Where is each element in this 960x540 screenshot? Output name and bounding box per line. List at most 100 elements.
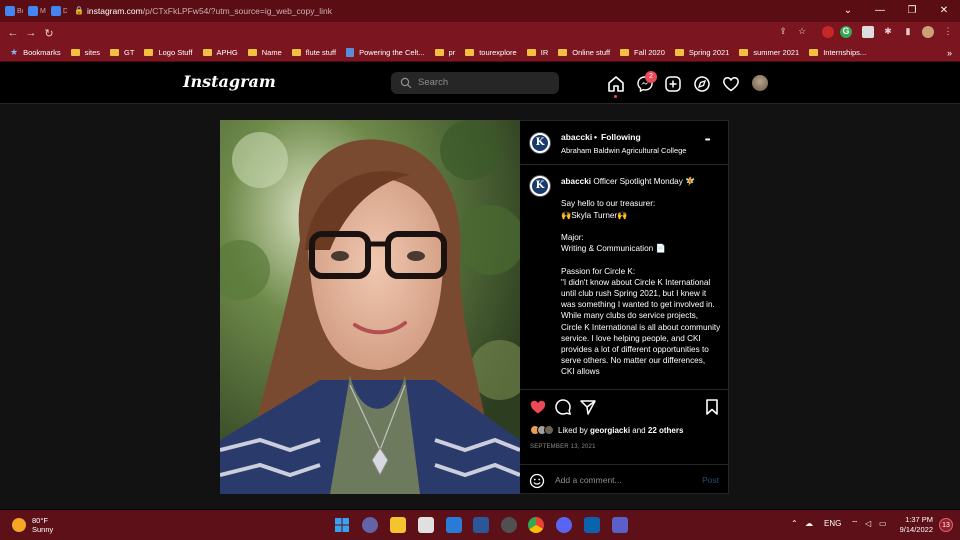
browser-tab[interactable]: Mi (25, 2, 46, 20)
following-button[interactable]: Following (601, 132, 641, 142)
post-date[interactable]: SEPTEMBER 13, 2021 (530, 444, 596, 450)
comment-input[interactable]: Add a comment... (555, 475, 622, 485)
portrait-image (220, 120, 520, 494)
windows-start-icon[interactable] (334, 517, 350, 533)
tab-search-icon[interactable]: ⌄ (832, 0, 864, 22)
bookmark-item[interactable]: Logo Stuff (144, 48, 193, 57)
side-panel-icon[interactable]: ▮ (902, 26, 914, 38)
language-indicator[interactable]: ENG (824, 519, 841, 528)
close-window-button[interactable]: ✕ (928, 0, 960, 22)
caption-username[interactable]: abaccki (561, 177, 591, 186)
app-icon[interactable] (501, 517, 517, 533)
extensions-puzzle-icon[interactable]: ✱ (882, 26, 894, 38)
bookmarks-overflow[interactable]: » (947, 48, 952, 58)
post-photo[interactable] (220, 120, 520, 494)
browser-tab[interactable]: Bo (2, 2, 23, 20)
caption-line: abaccki Officer Spotlight Monday 🧚 (561, 176, 721, 187)
minimize-button[interactable]: — (864, 0, 896, 22)
clock[interactable]: 1:37 PM 9/14/2022 (900, 515, 933, 535)
file-explorer-icon[interactable] (390, 517, 406, 533)
clock-time: 1:37 PM (905, 515, 933, 524)
grammarly-icon[interactable]: G (840, 26, 852, 38)
teams-chat-icon[interactable] (362, 517, 378, 533)
bookmark-item[interactable]: IR (526, 48, 548, 57)
chevron-down-icon[interactable]: ⌄ (251, 76, 259, 87)
word-icon[interactable] (473, 517, 489, 533)
post-location[interactable]: Abraham Baldwin Agricultural College (561, 146, 686, 155)
home-icon[interactable] (607, 75, 625, 93)
account-avatar[interactable]: K (529, 132, 551, 154)
bookmark-item[interactable]: ★ Bookmarks (10, 47, 61, 58)
bookmark-item[interactable]: summer 2021 (739, 48, 799, 57)
tab-favicon (5, 6, 15, 16)
bookmark-item[interactable]: Spring 2021 (674, 48, 729, 57)
bookmark-label: Online stuff (572, 48, 611, 57)
teams-icon[interactable] (612, 517, 628, 533)
caption-avatar[interactable]: K (529, 175, 551, 197)
caption-gap (561, 187, 721, 198)
explore-compass-icon[interactable] (693, 75, 711, 93)
bookmark-item[interactable]: tourexplore (465, 48, 517, 57)
liked-others[interactable]: 22 others (648, 426, 684, 435)
extension-icon[interactable] (822, 26, 834, 38)
search-input[interactable]: Search (391, 72, 559, 94)
bookmark-item[interactable]: Powering the Celt... (346, 48, 425, 57)
bookmark-item[interactable]: Internships... (809, 48, 866, 57)
bookmarks-bar: ★ Bookmarks sites GT Logo Stuff APHG Name flute… (0, 44, 960, 62)
folder-icon (465, 49, 475, 56)
caption-line: Writing & Communication 📄 (561, 244, 666, 254)
bookmark-item[interactable]: GT (110, 48, 134, 57)
chrome-menu-icon[interactable]: ⋮ (942, 26, 954, 38)
url-bar[interactable]: 🔒 instagram.com/p/CTxFkLPFw54/?utm_sourc… (67, 2, 827, 20)
new-post-icon[interactable] (664, 75, 682, 93)
emoji-icon[interactable] (529, 473, 545, 489)
bookmark-item[interactable]: sites (70, 48, 100, 57)
weather-widget[interactable]: 80°F Sunny (12, 516, 53, 534)
discord-icon[interactable] (556, 517, 572, 533)
folder-icon (291, 49, 301, 56)
share-icon[interactable]: ⇪ (777, 26, 789, 38)
outlook-icon[interactable] (584, 517, 600, 533)
reload-button[interactable]: ↻ (40, 27, 58, 40)
volume-icon[interactable]: ◁ (865, 519, 871, 528)
back-button[interactable]: ← (4, 27, 22, 39)
tray-chevron-icon[interactable]: ⌃ (791, 519, 798, 528)
page-icon (346, 48, 355, 57)
cloud-icon[interactable]: ☁ (805, 519, 813, 528)
chrome-icon[interactable] (528, 517, 544, 533)
folder-icon (110, 49, 120, 56)
bookmark-item[interactable]: Online stuff (558, 48, 610, 57)
liked-and: and (632, 425, 646, 435)
bookmark-star-icon[interactable]: ☆ (796, 26, 808, 38)
comment-icon[interactable] (554, 398, 572, 416)
lock-icon[interactable]: 🔒 (74, 2, 84, 20)
bookmark-item[interactable]: flute stuff (291, 48, 336, 57)
profile-avatar-nav[interactable] (752, 75, 768, 91)
folder-icon (558, 49, 568, 56)
wifi-icon[interactable]: ⌔ (851, 519, 859, 529)
more-options-icon[interactable]: ••• (705, 137, 710, 144)
share-paper-plane-icon[interactable] (579, 398, 597, 416)
browser-tab[interactable]: Da (48, 2, 69, 20)
bookmark-item[interactable]: Fall 2020 (620, 48, 665, 57)
battery-icon[interactable]: ▭ (879, 519, 887, 528)
save-bookmark-icon[interactable] (704, 398, 720, 416)
bookmark-item[interactable]: APHG (202, 48, 238, 57)
forward-button[interactable]: → (22, 27, 40, 39)
post-username[interactable]: abaccki (561, 132, 592, 142)
restore-button[interactable]: ❐ (896, 0, 928, 22)
bookmark-item[interactable]: Name (247, 48, 282, 57)
liked-by-label: Liked by (558, 425, 588, 435)
activity-heart-icon[interactable] (722, 75, 740, 93)
address-bar-row: ← → ↻ (0, 22, 960, 44)
instagram-logo[interactable]: Instagram (183, 72, 276, 91)
profile-avatar[interactable] (922, 26, 934, 38)
liked-by-user[interactable]: georgiacki (590, 426, 630, 435)
notification-badge[interactable]: 13 (939, 518, 953, 532)
microsoft-store-icon[interactable] (418, 517, 434, 533)
extension-icon-2[interactable] (862, 26, 874, 38)
bookmark-item[interactable]: pr (434, 48, 455, 57)
like-heart-icon[interactable] (529, 398, 547, 416)
mail-icon[interactable] (446, 517, 462, 533)
post-comment-button[interactable]: Post (702, 475, 719, 485)
